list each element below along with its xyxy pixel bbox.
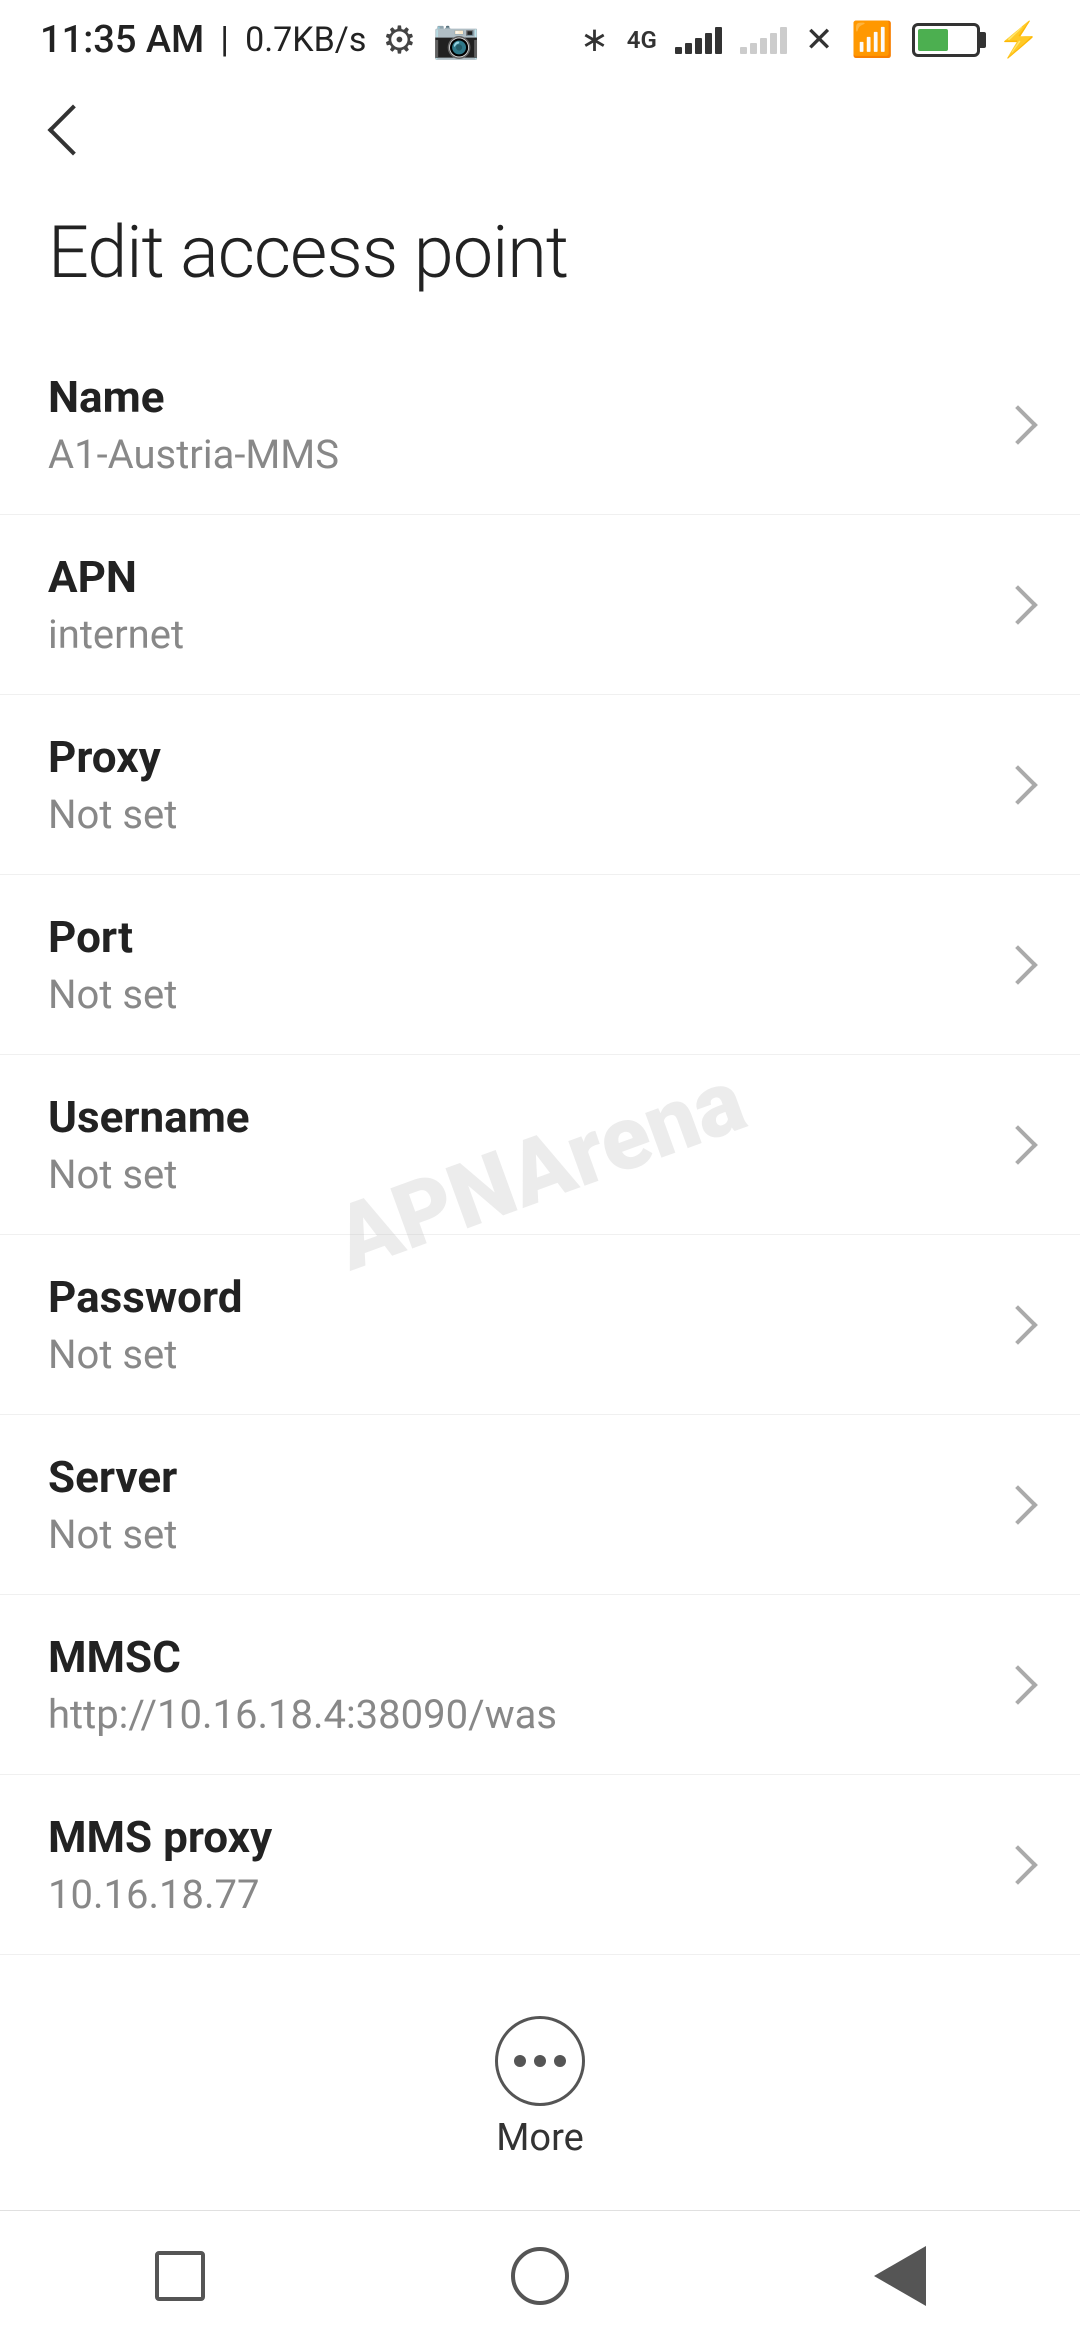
charging-icon: ⚡	[998, 20, 1040, 60]
settings-label-3: Port	[48, 911, 984, 963]
chevron-right-icon	[998, 1845, 1038, 1885]
settings-item-server[interactable]: Server Not set	[0, 1415, 1080, 1595]
home-icon	[511, 2247, 569, 2305]
settings-item-port[interactable]: Port Not set	[0, 875, 1080, 1055]
settings-value-2: Not set	[48, 791, 984, 838]
settings-item-name[interactable]: Name A1-Austria-MMS	[0, 335, 1080, 515]
status-bar-right: ∗ 4G ✕ 📶 ⚡	[580, 20, 1040, 60]
settings-icon: ⚙	[382, 18, 416, 63]
no-signal-icon: ✕	[805, 20, 834, 60]
more-section: More	[0, 1996, 1080, 2180]
settings-item-mms-proxy[interactable]: MMS proxy 10.16.18.77	[0, 1775, 1080, 1955]
bluetooth-icon: ∗	[580, 20, 609, 60]
navigation-bar	[0, 2210, 1080, 2340]
wifi-icon: 📶	[851, 20, 893, 60]
camera-icon: 📷	[432, 18, 479, 62]
chevron-right-icon	[998, 945, 1038, 985]
settings-item-username[interactable]: Username Not set	[0, 1055, 1080, 1235]
settings-value-5: Not set	[48, 1331, 984, 1378]
settings-label-4: Username	[48, 1091, 984, 1143]
nav-back-button[interactable]	[840, 2236, 960, 2316]
settings-list: Name A1-Austria-MMS APN internet Proxy Not se…	[0, 335, 1080, 1955]
recents-icon	[155, 2251, 205, 2301]
back-button[interactable]	[32, 95, 102, 165]
page-title: Edit access point	[48, 210, 1032, 295]
more-button[interactable]: More	[495, 2016, 585, 2160]
settings-label-1: APN	[48, 551, 984, 603]
settings-item-password[interactable]: Password Not set	[0, 1235, 1080, 1415]
settings-item-apn[interactable]: APN internet	[0, 515, 1080, 695]
status-bar-left: 11:35 AM | 0.7KB/s ⚙ 📷	[40, 18, 480, 63]
settings-value-4: Not set	[48, 1151, 984, 1198]
more-label: More	[496, 2116, 584, 2160]
settings-item-mmsc[interactable]: MMSC http://10.16.18.4:38090/was	[0, 1595, 1080, 1775]
status-speed: 0.7KB/s	[245, 20, 366, 60]
chevron-right-icon	[998, 765, 1038, 805]
network-type-icon: 4G	[627, 26, 657, 54]
signal-strength-1	[675, 26, 722, 54]
page-title-section: Edit access point	[0, 180, 1080, 335]
settings-label-7: MMSC	[48, 1631, 984, 1683]
chevron-right-icon	[998, 405, 1038, 445]
status-bar: 11:35 AM | 0.7KB/s ⚙ 📷 ∗ 4G ✕ �	[0, 0, 1080, 80]
chevron-right-icon	[998, 1125, 1038, 1165]
chevron-right-icon	[998, 585, 1038, 625]
chevron-right-icon	[998, 1485, 1038, 1525]
status-time: 11:35 AM	[40, 18, 204, 62]
settings-item-proxy[interactable]: Proxy Not set	[0, 695, 1080, 875]
back-icon	[874, 2246, 926, 2306]
settings-label-5: Password	[48, 1271, 984, 1323]
settings-label-0: Name	[48, 371, 984, 423]
more-circle-icon	[495, 2016, 585, 2106]
battery-indicator	[912, 23, 980, 57]
nav-recents-button[interactable]	[120, 2236, 240, 2316]
settings-label-6: Server	[48, 1451, 984, 1503]
settings-value-0: A1-Austria-MMS	[48, 431, 984, 478]
settings-label-2: Proxy	[48, 731, 984, 783]
toolbar	[0, 80, 1080, 180]
back-arrow-icon	[48, 105, 99, 156]
settings-label-8: MMS proxy	[48, 1811, 984, 1863]
chevron-right-icon	[998, 1665, 1038, 1705]
chevron-right-icon	[998, 1305, 1038, 1345]
settings-value-6: Not set	[48, 1511, 984, 1558]
settings-value-7: http://10.16.18.4:38090/was	[48, 1691, 984, 1738]
settings-value-3: Not set	[48, 971, 984, 1018]
settings-value-8: 10.16.18.77	[48, 1871, 984, 1918]
status-divider: |	[220, 19, 229, 61]
signal-strength-2	[740, 26, 787, 54]
settings-value-1: internet	[48, 611, 984, 658]
nav-home-button[interactable]	[480, 2236, 600, 2316]
